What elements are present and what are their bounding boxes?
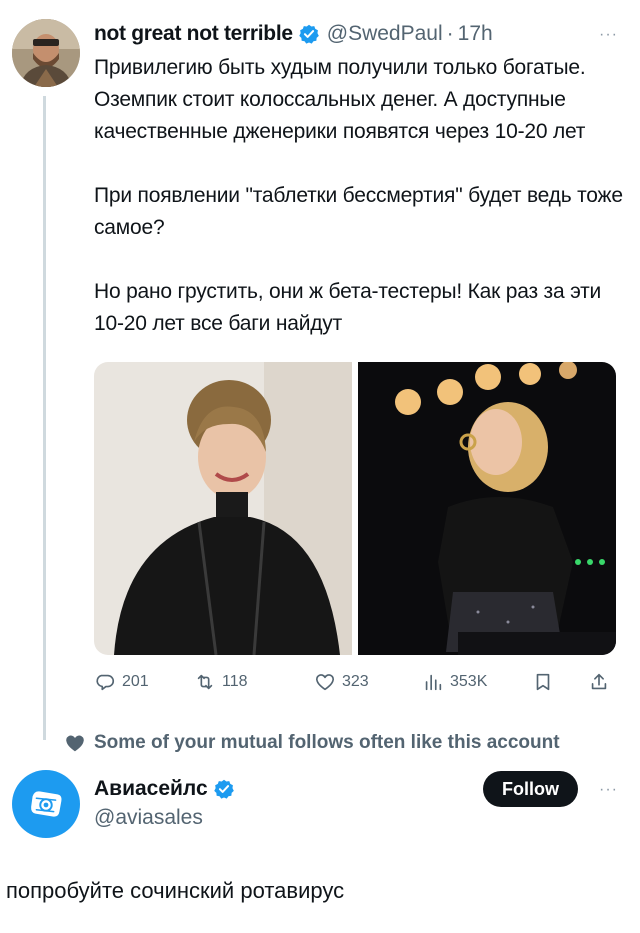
social-context-text: Some of your mutual follows often like t… bbox=[94, 732, 560, 753]
reply-count: 201 bbox=[122, 673, 149, 690]
verified-badge-icon bbox=[299, 24, 319, 44]
bookmark-icon bbox=[536, 673, 550, 691]
tweet-text: Привилегию быть худым получили только бо… bbox=[94, 52, 624, 340]
author-display-name[interactable]: not great not terrible bbox=[94, 22, 293, 46]
bookmark-button[interactable] bbox=[532, 671, 554, 693]
views-button[interactable]: 353K bbox=[422, 671, 487, 693]
follow-button[interactable]: Follow bbox=[483, 771, 578, 807]
analytics-icon bbox=[425, 674, 442, 691]
author-avatar-image bbox=[12, 19, 80, 87]
reply-button[interactable]: 201 bbox=[94, 671, 149, 693]
like-button[interactable]: 323 bbox=[314, 671, 369, 693]
media-photo-right[interactable] bbox=[358, 362, 616, 655]
reply-icon bbox=[96, 674, 114, 691]
share-button[interactable] bbox=[588, 671, 610, 693]
tweet-paragraph-2: При появлении "таблетки бессмертия" буде… bbox=[94, 184, 623, 239]
aviasales-avatar[interactable] bbox=[12, 770, 80, 838]
heart-icon bbox=[315, 674, 335, 691]
suggested-account-display-name[interactable]: Авиасейлс bbox=[94, 777, 208, 801]
heart-filled-icon bbox=[66, 735, 84, 752]
thread-line bbox=[43, 96, 46, 740]
media-photo-left[interactable] bbox=[94, 362, 352, 655]
aviasales-logo-icon bbox=[31, 791, 62, 817]
retweet-count: 118 bbox=[222, 673, 248, 690]
tweet-time[interactable]: 17h bbox=[458, 22, 493, 46]
tweet-paragraph-1: Привилегию быть худым получили только бо… bbox=[94, 56, 586, 143]
tweet-paragraph-3: Но рано грустить, они ж бета-тестеры! Ка… bbox=[94, 280, 602, 335]
author-handle[interactable]: @SwedPaul bbox=[327, 22, 443, 46]
more-options-icon[interactable]: ··· bbox=[599, 26, 618, 44]
retweet-icon bbox=[197, 674, 213, 690]
social-context: Some of your mutual follows often like t… bbox=[64, 730, 560, 756]
views-count: 353K bbox=[450, 673, 488, 690]
tweet-action-bar: 201 118 323 353K bbox=[94, 668, 616, 696]
caption-text: попробуйте сочинский ротавирус bbox=[6, 878, 345, 903]
suggested-account-name[interactable]: Авиасейлс bbox=[94, 775, 234, 803]
verified-badge-icon bbox=[213, 779, 234, 799]
separator-dot: · bbox=[446, 22, 454, 45]
share-icon bbox=[591, 673, 607, 690]
author-avatar[interactable] bbox=[12, 19, 80, 87]
like-count: 323 bbox=[342, 673, 369, 690]
retweet-button[interactable]: 118 bbox=[194, 671, 248, 693]
tweet-header: not great not terrible @SwedPaul · 17h bbox=[94, 19, 493, 49]
suggested-account-handle[interactable]: @aviasales bbox=[94, 806, 203, 830]
tweet-media[interactable] bbox=[94, 362, 616, 655]
more-options-icon[interactable]: ··· bbox=[599, 781, 618, 799]
